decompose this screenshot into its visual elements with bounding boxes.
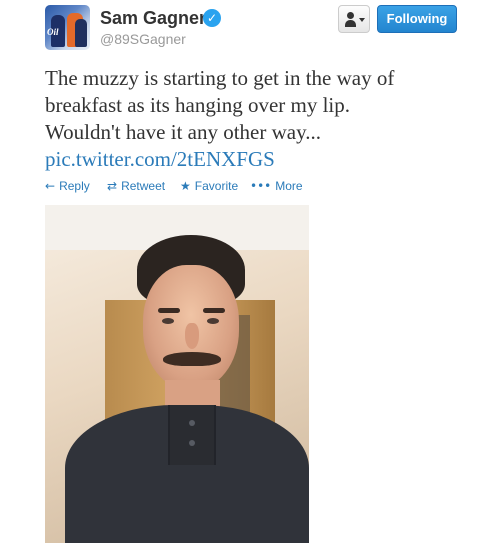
photo-shirt-button <box>189 440 195 446</box>
person-icon <box>347 12 354 19</box>
photo-shirt-placket <box>168 405 216 465</box>
favorite-button[interactable]: ★ Favorite <box>180 178 238 194</box>
reply-label: Reply <box>59 179 90 193</box>
reply-icon: ← <box>45 179 56 193</box>
following-button[interactable]: Following <box>377 5 457 33</box>
user-name[interactable]: Sam Gagner <box>100 8 206 29</box>
caret-down-icon <box>359 18 365 22</box>
tweet-text-line: breakfast as its hanging over my lip. <box>45 93 351 117</box>
tweet-text: The muzzy is starting to get in the way … <box>45 65 485 173</box>
favorite-label: Favorite <box>194 179 239 193</box>
star-icon: ★ <box>180 179 191 193</box>
user-handle[interactable]: @89SGagner <box>100 31 186 47</box>
tweet-photo[interactable] <box>45 205 309 543</box>
more-icon: ••• <box>250 179 272 193</box>
retweet-label: Retweet <box>121 179 166 193</box>
retweet-button[interactable]: ⇄ Retweet <box>107 178 165 194</box>
photo-eye <box>207 318 219 324</box>
user-actions-dropdown[interactable] <box>338 5 370 33</box>
avatar-logo: Oil <box>47 27 59 37</box>
photo-mustache <box>163 352 221 366</box>
more-label: More <box>275 179 303 193</box>
more-button[interactable]: ••• More <box>250 178 303 194</box>
retweet-icon: ⇄ <box>107 179 118 193</box>
avatar-figure <box>75 19 87 47</box>
photo-eye <box>162 318 174 324</box>
verified-badge-icon: ✓ <box>203 9 221 27</box>
tweet-text-line: Wouldn't have it any other way... <box>45 120 321 144</box>
tweet-media-link[interactable]: pic.twitter.com/2tENXFGS <box>45 146 485 173</box>
photo-eyebrow <box>203 308 225 313</box>
photo-shirt-button <box>189 420 195 426</box>
avatar[interactable]: Oil <box>45 5 90 50</box>
reply-button[interactable]: ← Reply <box>45 178 90 194</box>
tweet-text-line: The muzzy is starting to get in the way … <box>45 66 395 90</box>
person-icon-body <box>345 20 356 27</box>
photo-eyebrow <box>158 308 180 313</box>
photo-nose <box>185 323 199 349</box>
